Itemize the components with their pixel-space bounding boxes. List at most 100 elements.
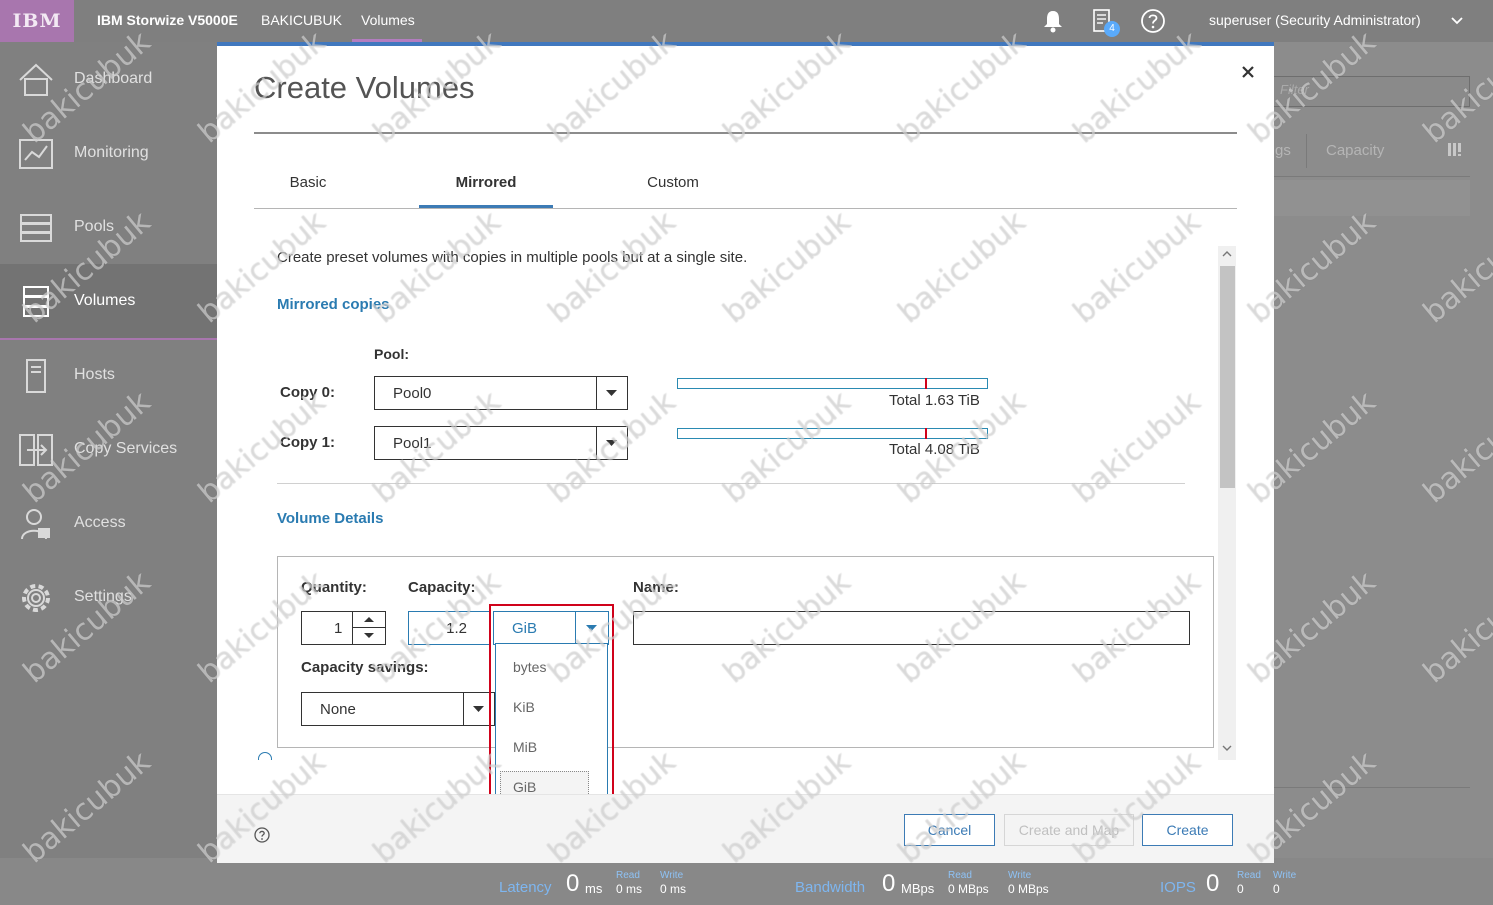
sidebar-nav: Dashboard Monitoring Pools Volumes Hosts — [0, 42, 217, 905]
iops-write-label: Write — [1273, 870, 1297, 881]
iops-read-value: 0 — [1237, 882, 1244, 896]
select-value: Pool0 — [393, 385, 432, 402]
copy-1-pool-select[interactable]: Pool1 — [374, 426, 628, 460]
section-divider — [277, 483, 1185, 484]
current-page-breadcrumb: Volumes — [361, 12, 415, 28]
help-icon[interactable] — [1140, 8, 1166, 34]
tab-basic[interactable]: Basic — [254, 168, 362, 208]
sidebar-item-label: Access — [74, 514, 126, 531]
dialog-title: Create Volumes — [254, 70, 475, 105]
column-header-capacity[interactable]: Capacity — [1326, 142, 1384, 159]
dialog-footer: Cancel Create and Map Create — [217, 794, 1274, 863]
sidebar-item-access[interactable]: Access — [0, 486, 217, 560]
scroll-down-icon[interactable] — [1220, 742, 1234, 754]
sidebar-item-volumes[interactable]: Volumes — [0, 264, 217, 340]
caret-down-icon — [606, 390, 617, 396]
system-name: BAKICUBUK — [261, 12, 342, 28]
pool-column-label: Pool: — [374, 346, 409, 362]
sidebar-item-copy-services[interactable]: Copy Services — [0, 412, 217, 486]
tab-label: Basic — [289, 174, 327, 191]
tab-label: Custom — [647, 174, 699, 191]
monitoring-icon — [19, 139, 53, 169]
latency-write-label: Write — [660, 870, 684, 881]
sidebar-item-label: Settings — [74, 588, 132, 605]
performance-status-bar — [0, 858, 1493, 905]
volume-details-panel: Quantity: Capacity: Name: 1 1.2 GiB Capa… — [277, 556, 1214, 748]
latency-unit: ms — [585, 881, 603, 896]
sidebar-item-label: Monitoring — [74, 144, 149, 161]
table-divider — [1274, 176, 1470, 177]
scroll-up-icon[interactable] — [1220, 248, 1234, 260]
filter-placeholder: Filter — [1280, 82, 1309, 97]
name-field[interactable] — [633, 611, 1190, 645]
iops-label: IOPS — [1160, 879, 1196, 896]
decrement-button[interactable] — [353, 628, 386, 644]
table-divider — [1274, 787, 1470, 788]
sidebar-item-label: Pools — [74, 218, 115, 235]
sidebar-item-dashboard[interactable]: Dashboard — [0, 42, 217, 116]
volumes-icon — [23, 286, 49, 317]
latency-write-value: 0 ms — [660, 882, 687, 896]
create-volumes-dialog: Create Volumes Basic Mirrored Custom Cre… — [217, 42, 1274, 863]
sidebar-item-settings[interactable]: Settings — [0, 560, 217, 634]
title-divider — [254, 132, 1237, 134]
access-icon — [21, 509, 50, 540]
create-and-map-button[interactable]: Create and Map — [1004, 814, 1134, 846]
tab-mirrored[interactable]: Mirrored — [419, 168, 553, 208]
table-row — [1274, 180, 1470, 216]
dialog-content: Create preset volumes with copies in mul… — [254, 246, 1221, 760]
copy-0-label: Copy 0: — [280, 384, 336, 401]
help-icon[interactable] — [254, 827, 270, 843]
copy-1-label: Copy 1: — [280, 434, 336, 451]
pools-icon — [20, 214, 52, 242]
chevron-down-icon[interactable] — [1450, 14, 1464, 28]
increment-button[interactable] — [353, 612, 386, 628]
bandwidth-label: Bandwidth — [795, 879, 866, 896]
sidebar-item-label: Dashboard — [74, 70, 153, 87]
capacity-threshold-marker — [925, 378, 927, 389]
dropdown-button[interactable] — [596, 377, 627, 409]
preset-description: Create preset volumes with copies in mul… — [277, 249, 748, 266]
quantity-label: Quantity: — [301, 579, 367, 596]
caret-down-icon — [606, 440, 617, 446]
copy-1-capacity-bar — [677, 428, 988, 439]
sidebar-item-label: Volumes — [74, 292, 136, 309]
dropdown-button[interactable] — [596, 427, 627, 459]
capacity-input[interactable]: 1.2 — [408, 611, 490, 645]
sidebar-item-hosts[interactable]: Hosts — [0, 338, 217, 412]
capacity-label: Capacity: — [408, 579, 476, 596]
product-name: IBM Storwize V5000E — [97, 12, 238, 28]
copy-1-total: Total 4.08 TiB — [889, 441, 980, 458]
create-button[interactable]: Create — [1142, 814, 1233, 846]
close-icon[interactable] — [1239, 63, 1257, 81]
iops-read-label: Read — [1237, 870, 1261, 881]
capacity-savings-select[interactable]: None — [301, 692, 495, 726]
column-separator — [1306, 134, 1307, 168]
hosts-icon — [26, 359, 46, 393]
latency-read-label: Read — [616, 870, 640, 881]
caret-down-icon — [473, 706, 484, 712]
user-menu[interactable]: superuser (Security Administrator) — [1209, 12, 1421, 28]
copy-0-pool-select[interactable]: Pool0 — [374, 376, 628, 410]
tab-custom[interactable]: Custom — [617, 168, 729, 208]
tab-label: Mirrored — [455, 174, 517, 191]
bell-icon[interactable] — [1040, 8, 1066, 34]
quantity-stepper[interactable]: 1 — [301, 611, 386, 645]
ibm-logo[interactable]: IBM — [0, 0, 74, 42]
bandwidth-unit: MBps — [901, 881, 935, 896]
sidebar-item-monitoring[interactable]: Monitoring — [0, 116, 217, 190]
scrollbar-thumb[interactable] — [1220, 266, 1235, 488]
column-chooser-icon[interactable] — [1446, 141, 1464, 159]
caret-down-icon — [364, 633, 374, 638]
sidebar-item-label: Hosts — [74, 366, 115, 383]
top-header: IBM IBM Storwize V5000E BAKICUBUK Volume… — [0, 0, 1493, 42]
column-header-partial[interactable]: gs — [1275, 142, 1291, 159]
sidebar-item-pools[interactable]: Pools — [0, 190, 217, 264]
bandwidth-read-value: 0 MBps — [948, 882, 989, 896]
radio-button[interactable] — [258, 752, 272, 760]
cancel-button[interactable]: Cancel — [904, 814, 995, 846]
name-label: Name: — [633, 579, 679, 596]
filter-input[interactable]: Filter — [1267, 76, 1470, 107]
home-icon — [19, 63, 53, 96]
sidebar-item-label: Copy Services — [74, 440, 178, 457]
